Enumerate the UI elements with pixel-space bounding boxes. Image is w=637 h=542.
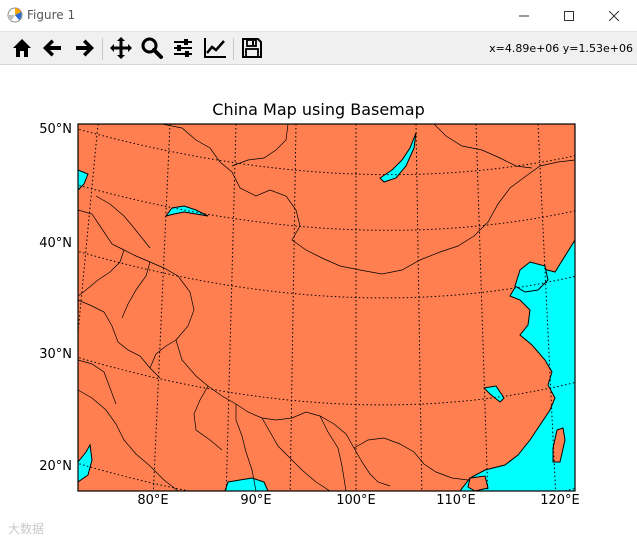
maximize-icon <box>564 10 574 21</box>
edit-axis-icon <box>204 38 226 58</box>
save-button[interactable] <box>239 35 265 61</box>
lon-tick-label: 110°E <box>436 493 476 508</box>
lon-tick-label: 100°E <box>336 493 376 508</box>
pan-button[interactable] <box>108 35 134 61</box>
lon-tick-label: 90°E <box>240 493 272 508</box>
close-icon <box>609 10 619 21</box>
lon-tick-label: 80°E <box>137 493 169 508</box>
pan-icon <box>110 37 132 59</box>
matplotlib-app-icon <box>7 7 23 23</box>
minimize-button[interactable] <box>501 0 547 31</box>
home-icon <box>13 39 31 57</box>
lat-tick-label: 20°N <box>39 459 72 474</box>
close-button[interactable] <box>591 0 637 31</box>
toolbar-separator <box>102 38 103 60</box>
forward-button[interactable] <box>71 35 97 61</box>
watermark: 大数据 <box>8 520 44 537</box>
window-titlebar: Figure 1 <box>0 0 637 31</box>
lat-tick-label: 40°N <box>39 236 72 251</box>
home-button[interactable] <box>9 35 35 61</box>
zoom-icon <box>141 37 163 59</box>
configure-icon <box>174 39 192 57</box>
lat-tick-label: 50°N <box>39 122 72 137</box>
lon-tick-label: 120°E <box>540 493 580 508</box>
back-icon <box>43 39 61 57</box>
cursor-coordinates: x=4.89e+06 y=1.53e+06 <box>489 42 633 55</box>
edit-axis-button[interactable] <box>202 35 228 61</box>
forward-icon <box>76 39 94 57</box>
configure-subplots-button[interactable] <box>170 35 196 61</box>
plot-title: China Map using Basemap <box>212 100 425 119</box>
zoom-button[interactable] <box>139 35 165 61</box>
back-button[interactable] <box>40 35 66 61</box>
navigation-toolbar: x=4.89e+06 y=1.53e+06 <box>0 31 637 65</box>
lat-tick-label: 30°N <box>39 347 72 362</box>
watermark-text: 大数据 <box>8 522 45 536</box>
window-title: Figure 1 <box>27 8 76 22</box>
maximize-button[interactable] <box>546 0 592 31</box>
figure-canvas[interactable] <box>0 65 637 542</box>
minimize-icon <box>519 15 529 16</box>
toolbar-separator <box>233 38 234 60</box>
save-icon <box>242 38 262 58</box>
